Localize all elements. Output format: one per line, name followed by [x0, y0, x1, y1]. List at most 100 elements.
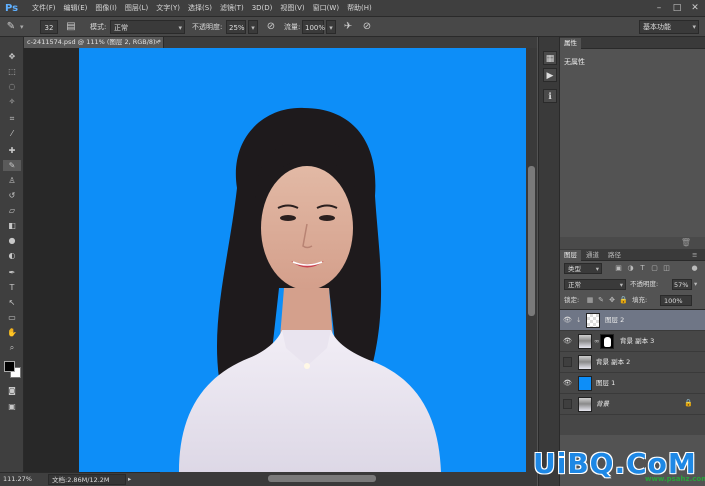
filter-adjustment-icon[interactable]: ◑	[626, 264, 635, 273]
dodge-tool-icon[interactable]: ◐	[3, 250, 21, 261]
quick-mask-icon[interactable]: ◙	[3, 385, 21, 396]
airbrush-icon[interactable]: ✈	[341, 20, 355, 34]
layer-row[interactable]: 👁 ∞ 背景 副本 3	[560, 331, 705, 352]
horizontal-scroll-thumb[interactable]	[268, 475, 376, 482]
close-tab-icon[interactable]: ×	[155, 37, 160, 48]
zoom-tool-icon[interactable]: ⌕	[3, 342, 21, 353]
panel-menu-icon[interactable]: ≡	[688, 250, 701, 261]
opacity-slider-icon[interactable]: ▾	[248, 20, 258, 34]
eyedropper-tool-icon[interactable]: ⁄	[3, 128, 21, 139]
workspace-dropdown[interactable]: 基本功能	[639, 20, 699, 34]
menu-filter[interactable]: 滤镜(T)	[216, 0, 248, 17]
layer-mask-thumbnail[interactable]	[600, 334, 614, 349]
tab-paths[interactable]: 路径	[604, 250, 625, 261]
menu-window[interactable]: 窗口(W)	[309, 0, 343, 17]
menu-file[interactable]: 文件(F)	[28, 0, 60, 17]
layer-name: 背景 副本 3	[620, 337, 655, 345]
type-tool-icon[interactable]: T	[3, 282, 21, 293]
close-icon[interactable]: ✕	[689, 2, 701, 14]
layer-row[interactable]: 👁 图层 1	[560, 373, 705, 394]
eraser-tool-icon[interactable]: ▱	[3, 205, 21, 216]
menu-type[interactable]: 文字(Y)	[152, 0, 184, 17]
foreground-color-swatch[interactable]	[4, 361, 15, 372]
actions-panel-icon[interactable]: ▶	[543, 68, 557, 82]
layer-opacity-arrow-icon[interactable]: ▾	[694, 279, 697, 290]
layer-row[interactable]: 👁 ↓ 图层 2	[560, 310, 705, 331]
filter-shape-icon[interactable]: ▢	[650, 264, 659, 273]
lock-all-icon[interactable]: 🔒	[619, 296, 628, 305]
blend-mode-dropdown[interactable]: 正常	[564, 279, 626, 291]
tab-layers[interactable]: 图层	[560, 250, 581, 261]
blur-tool-icon[interactable]: ●	[3, 235, 21, 246]
pen-tool-icon[interactable]: ✒	[3, 267, 21, 278]
pressure-opacity-icon[interactable]: ⊘	[264, 20, 278, 34]
vertical-scrollbar[interactable]	[526, 48, 537, 472]
menu-view[interactable]: 视图(V)	[276, 0, 308, 17]
brush-size-field[interactable]: 32	[40, 20, 58, 34]
eye-icon[interactable]: 👁	[563, 378, 572, 388]
zoom-level-field[interactable]: 111.27%	[3, 473, 32, 486]
lock-position-icon[interactable]: ✥	[608, 296, 616, 305]
watermark-subtext: www.psahz.com	[645, 475, 705, 483]
tab-properties[interactable]: 属性	[560, 38, 581, 49]
history-brush-tool-icon[interactable]: ↺	[3, 190, 21, 201]
marquee-tool-icon[interactable]: ⬚	[3, 66, 21, 77]
flow-label: 流量:	[284, 23, 301, 31]
tool-preset-arrow-icon[interactable]: ▾	[20, 20, 24, 34]
path-select-tool-icon[interactable]: ↖	[3, 297, 21, 308]
lock-transparent-icon[interactable]: ▦	[586, 296, 594, 305]
minimize-icon[interactable]: –	[653, 2, 665, 14]
gradient-tool-icon[interactable]: ◧	[3, 220, 21, 231]
menu-layer[interactable]: 图层(L)	[121, 0, 152, 17]
history-panel-icon[interactable]: ▦	[543, 51, 557, 65]
eye-icon[interactable]: 👁	[563, 315, 572, 325]
horizontal-scrollbar[interactable]	[160, 472, 537, 486]
trash-icon[interactable]: 🗑	[681, 238, 691, 247]
flow-field[interactable]: 100%	[302, 20, 325, 34]
menu-select[interactable]: 选择(S)	[184, 0, 216, 17]
fill-field[interactable]: 100%	[660, 295, 692, 306]
menu-help[interactable]: 帮助(H)	[343, 0, 376, 17]
quick-select-tool-icon[interactable]: ✧	[3, 96, 21, 107]
brush-tool-icon[interactable]: ✎	[3, 160, 21, 171]
filter-toggle-icon[interactable]: ●	[690, 264, 699, 273]
filter-smart-object-icon[interactable]: ◫	[662, 264, 671, 273]
shape-tool-icon[interactable]: ▭	[3, 312, 21, 323]
screen-mode-icon[interactable]: ▣	[3, 401, 21, 412]
layer-row[interactable]: 背景 副本 2	[560, 352, 705, 373]
menu-3d[interactable]: 3D(D)	[248, 0, 277, 17]
filter-pixel-icon[interactable]: ▣	[614, 264, 623, 273]
lock-pixels-icon[interactable]: ✎	[597, 296, 605, 305]
clip-indicator-icon: ↓	[576, 316, 582, 324]
opacity-field[interactable]: 25%	[226, 20, 246, 34]
mask-link-icon[interactable]: ∞	[594, 336, 599, 347]
pressure-size-icon[interactable]: ⊘	[360, 20, 374, 34]
menu-image[interactable]: 图像(I)	[91, 0, 121, 17]
crop-tool-icon[interactable]: ⌗	[3, 113, 21, 124]
maximize-icon[interactable]: □	[671, 2, 683, 14]
status-menu-arrow-icon[interactable]: ▸	[128, 473, 131, 486]
document-canvas[interactable]	[79, 48, 526, 472]
layer-row[interactable]: 背景 🔒	[560, 394, 705, 415]
hidden-eye-box[interactable]	[563, 357, 572, 367]
eye-icon[interactable]: 👁	[563, 336, 572, 346]
flow-slider-icon[interactable]: ▾	[326, 20, 336, 34]
menu-edit[interactable]: 编辑(E)	[60, 0, 92, 17]
filter-type-icon[interactable]: T	[638, 264, 647, 273]
move-tool-icon[interactable]: ✥	[3, 51, 21, 62]
document-tab[interactable]: c-2411574.psd @ 111% (图层 2, RGB/8) * ×	[24, 37, 164, 48]
brush-panel-icon[interactable]: ▤	[64, 20, 78, 34]
layer-filter-dropdown[interactable]: 类型	[564, 263, 602, 275]
brush-tool-icon[interactable]: ✎	[4, 20, 18, 34]
healing-brush-tool-icon[interactable]: ✚	[3, 145, 21, 156]
info-panel-icon[interactable]: ℹ	[543, 89, 557, 103]
color-swatches[interactable]	[4, 361, 22, 379]
tab-channels[interactable]: 通道	[582, 250, 603, 261]
hand-tool-icon[interactable]: ✋	[3, 327, 21, 338]
lasso-tool-icon[interactable]: ◌	[3, 81, 21, 92]
layer-opacity-field[interactable]: 57%	[672, 279, 692, 290]
clone-stamp-tool-icon[interactable]: ♙	[3, 175, 21, 186]
vertical-scroll-thumb[interactable]	[528, 166, 535, 316]
mode-dropdown[interactable]: 正常	[110, 20, 185, 35]
hidden-eye-box[interactable]	[563, 399, 572, 409]
